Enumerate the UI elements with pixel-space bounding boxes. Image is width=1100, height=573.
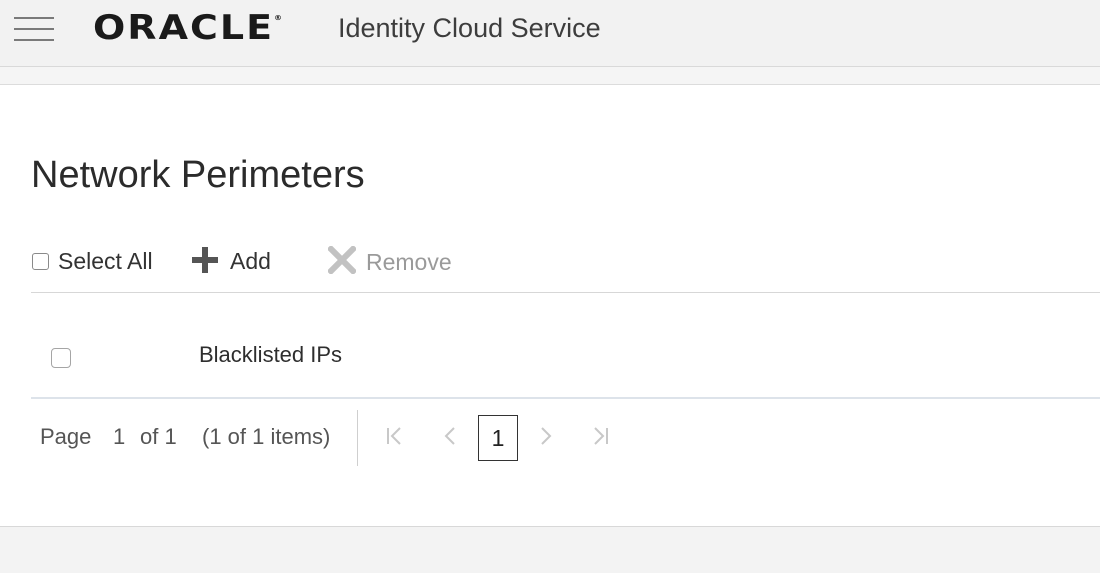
x-icon [328,246,356,274]
remove-button[interactable]: Remove [328,243,468,277]
total-pages: of 1 [140,424,177,449]
page-title: Network Perimeters [31,154,365,196]
table-row[interactable]: Blacklisted IPs [31,320,1100,390]
page-number-button[interactable]: 1 [478,415,518,461]
previous-page-icon[interactable] [436,422,464,450]
hamburger-menu-icon[interactable] [14,17,54,41]
row-name[interactable]: Blacklisted IPs [199,342,342,368]
oracle-logo: ORACLE® [93,11,284,44]
app-title: Identity Cloud Service [338,13,601,43]
add-button[interactable]: Add [192,243,282,277]
last-page-icon[interactable] [587,422,615,450]
sub-bar [0,67,1100,85]
table-bottom-divider [31,397,1100,399]
first-page-icon[interactable] [380,422,408,450]
page-label: Page [40,424,92,449]
current-page: 1 [113,424,126,449]
items-summary: (1 of 1 items) [202,424,331,449]
row-checkbox[interactable] [51,348,71,368]
add-button-label: Add [230,248,271,274]
next-page-icon[interactable] [532,422,560,450]
remove-button-label: Remove [366,249,452,275]
table-top-divider [31,292,1100,293]
select-all-checkbox[interactable] [32,253,49,270]
pagination: Page 1 of 1 (1 of 1 items) 1 [40,410,740,466]
logo-registered-mark: ® [274,13,285,22]
toolbar: Select All Add Remove [31,243,631,277]
select-all-label[interactable]: Select All [58,248,153,275]
plus-icon [192,247,218,273]
logo-text: ORACLE [93,8,275,48]
footer-bar [0,526,1100,573]
pagination-separator [357,410,358,466]
top-bar: ORACLE® Identity Cloud Service [0,0,1100,67]
